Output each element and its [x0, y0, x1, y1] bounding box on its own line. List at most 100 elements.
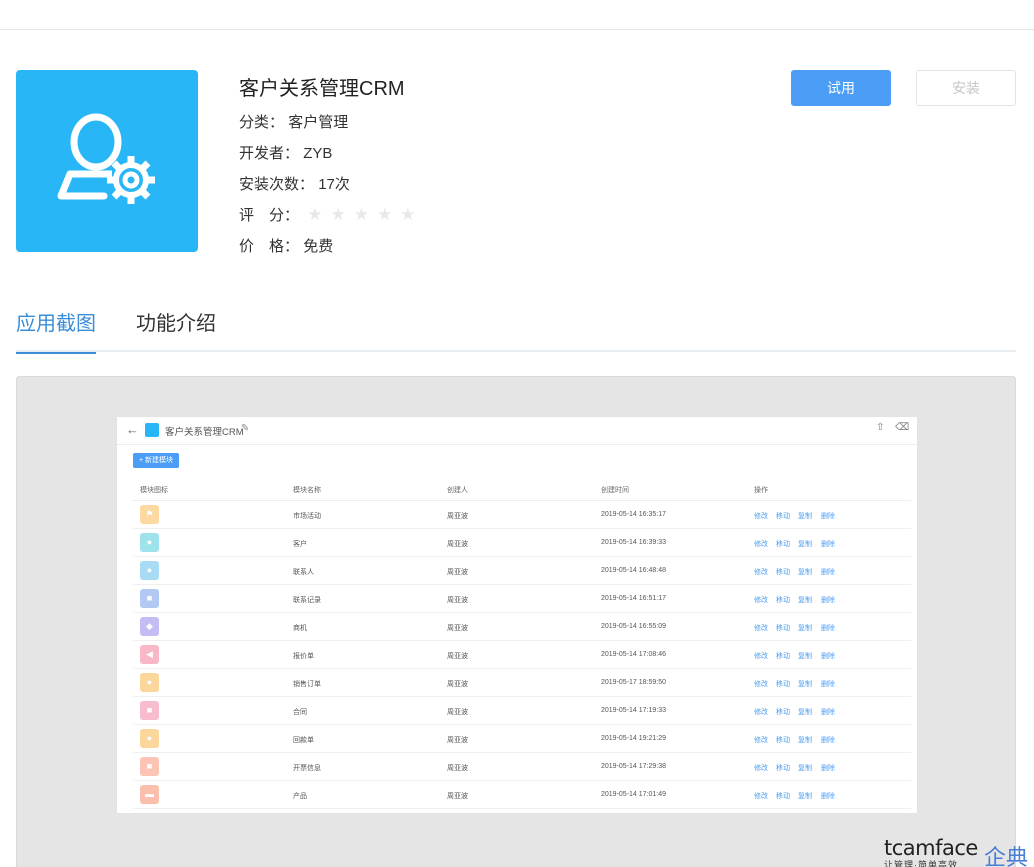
edit-link[interactable]: 修改: [754, 735, 768, 745]
edit-link[interactable]: 修改: [754, 595, 768, 605]
trash-icon[interactable]: ⌫: [895, 422, 909, 433]
table-row: ● 客户 周亚波 2019-05-14 16:39:33 修改 移动 复制 删除: [133, 529, 911, 557]
rating-stars[interactable]: ★ ★ ★ ★ ★: [307, 205, 423, 227]
edit-link[interactable]: 修改: [754, 623, 768, 633]
copy-link[interactable]: 复制: [798, 623, 812, 633]
copy-link[interactable]: 复制: [798, 539, 812, 549]
edit-link[interactable]: 修改: [754, 539, 768, 549]
copy-link[interactable]: 复制: [798, 651, 812, 661]
module-glyph-icon: ◆: [146, 621, 153, 631]
module-created-time: 2019-05-14 16:51:17: [601, 595, 666, 602]
copy-link[interactable]: 复制: [798, 679, 812, 689]
move-link[interactable]: 移动: [776, 679, 790, 689]
edit-link[interactable]: 修改: [754, 791, 768, 801]
install-button[interactable]: 安装: [916, 70, 1016, 106]
move-link[interactable]: 移动: [776, 791, 790, 801]
edit-icon[interactable]: ✎: [241, 423, 249, 434]
category-row: 分类： 客户管理: [239, 112, 348, 134]
module-name: 开票信息: [293, 765, 321, 772]
copy-link[interactable]: 复制: [798, 791, 812, 801]
edit-link[interactable]: 修改: [754, 567, 768, 577]
edit-link[interactable]: 修改: [754, 707, 768, 717]
module-name: 联系人: [293, 569, 314, 576]
module-name: 市场活动: [293, 513, 321, 520]
price-label: 价 格：: [239, 238, 300, 255]
edit-link[interactable]: 修改: [754, 679, 768, 689]
move-link[interactable]: 移动: [776, 735, 790, 745]
delete-link[interactable]: 删除: [821, 707, 835, 717]
copy-link[interactable]: 复制: [798, 511, 812, 521]
module-icon: ◀: [140, 645, 159, 664]
move-link[interactable]: 移动: [776, 539, 790, 549]
move-link[interactable]: 移动: [776, 595, 790, 605]
module-icon: ■: [140, 757, 159, 776]
module-glyph-icon: ●: [146, 537, 153, 547]
module-name: 报价单: [293, 653, 314, 660]
new-module-button[interactable]: + 新建模块: [133, 453, 179, 468]
star-icon[interactable]: ★: [400, 205, 415, 225]
table-row: ■ 联系记录 周亚波 2019-05-14 16:51:17 修改 移动 复制 删除: [133, 585, 911, 613]
copy-link[interactable]: 复制: [798, 707, 812, 717]
table-row: ■ 合同 周亚波 2019-05-14 17:19:33 修改 移动 复制 删除: [133, 697, 911, 725]
star-icon[interactable]: ★: [330, 205, 345, 225]
user-gear-icon: [57, 113, 155, 204]
back-arrow-icon[interactable]: ←: [126, 422, 139, 437]
delete-link[interactable]: 删除: [821, 651, 835, 661]
tab-screenshots[interactable]: 应用截图: [16, 310, 96, 354]
move-link[interactable]: 移动: [776, 511, 790, 521]
delete-link[interactable]: 删除: [821, 595, 835, 605]
move-link[interactable]: 移动: [776, 567, 790, 577]
move-link[interactable]: 移动: [776, 623, 790, 633]
module-creator: 周亚波: [447, 709, 468, 716]
table-row: ▬ 产品 周亚波 2019-05-14 17:01:49 修改 移动 复制 删除: [133, 781, 911, 809]
delete-link[interactable]: 删除: [821, 539, 835, 549]
edit-link[interactable]: 修改: [754, 651, 768, 661]
copy-link[interactable]: 复制: [798, 735, 812, 745]
module-glyph-icon: ●: [146, 565, 153, 575]
col-actions-header: 操作: [754, 487, 768, 494]
copy-link[interactable]: 复制: [798, 595, 812, 605]
app-icon: [16, 70, 198, 252]
module-created-time: 2019-05-14 19:21:29: [601, 735, 666, 742]
star-icon[interactable]: ★: [377, 205, 392, 225]
module-creator: 周亚波: [447, 513, 468, 520]
category-value: 客户管理: [288, 114, 349, 131]
upload-icon[interactable]: ⇧: [876, 422, 884, 433]
top-bar: [0, 0, 1034, 30]
module-creator: 周亚波: [447, 541, 468, 548]
delete-link[interactable]: 删除: [821, 623, 835, 633]
app-title: 客户关系管理CRM: [239, 78, 405, 100]
module-created-time: 2019-05-14 17:19:33: [601, 707, 666, 714]
module-icon: ●: [140, 561, 159, 580]
module-icon: ◆: [140, 617, 159, 636]
module-icon: ●: [140, 533, 159, 552]
table-row: ◆ 商机 周亚波 2019-05-14 16:55:09 修改 移动 复制 删除: [133, 613, 911, 641]
module-creator: 周亚波: [447, 737, 468, 744]
table-row: ● 销售订单 周亚波 2019-05-17 18:59:50 修改 移动 复制 删除: [133, 669, 911, 697]
col-creator-header: 创建人: [447, 487, 468, 494]
edit-link[interactable]: 修改: [754, 511, 768, 521]
move-link[interactable]: 移动: [776, 651, 790, 661]
module-name: 销售订单: [293, 681, 321, 688]
developer-label: 开发者：: [239, 145, 300, 162]
move-link[interactable]: 移动: [776, 763, 790, 773]
rating-row: 评 分： ★ ★ ★ ★ ★: [239, 205, 423, 227]
delete-link[interactable]: 删除: [821, 735, 835, 745]
star-icon[interactable]: ★: [354, 205, 369, 225]
star-icon[interactable]: ★: [307, 205, 322, 225]
try-button[interactable]: 试用: [791, 70, 891, 106]
delete-link[interactable]: 删除: [821, 763, 835, 773]
delete-link[interactable]: 删除: [821, 791, 835, 801]
module-icon: ■: [140, 589, 159, 608]
move-link[interactable]: 移动: [776, 707, 790, 717]
edit-link[interactable]: 修改: [754, 763, 768, 773]
tab-features[interactable]: 功能介绍: [136, 310, 216, 352]
module-icon: ▬: [140, 785, 159, 804]
delete-link[interactable]: 删除: [821, 511, 835, 521]
copy-link[interactable]: 复制: [798, 763, 812, 773]
delete-link[interactable]: 删除: [821, 679, 835, 689]
delete-link[interactable]: 删除: [821, 567, 835, 577]
module-glyph-icon: ■: [146, 593, 153, 603]
copy-link[interactable]: 复制: [798, 567, 812, 577]
module-name: 产品: [293, 793, 307, 800]
